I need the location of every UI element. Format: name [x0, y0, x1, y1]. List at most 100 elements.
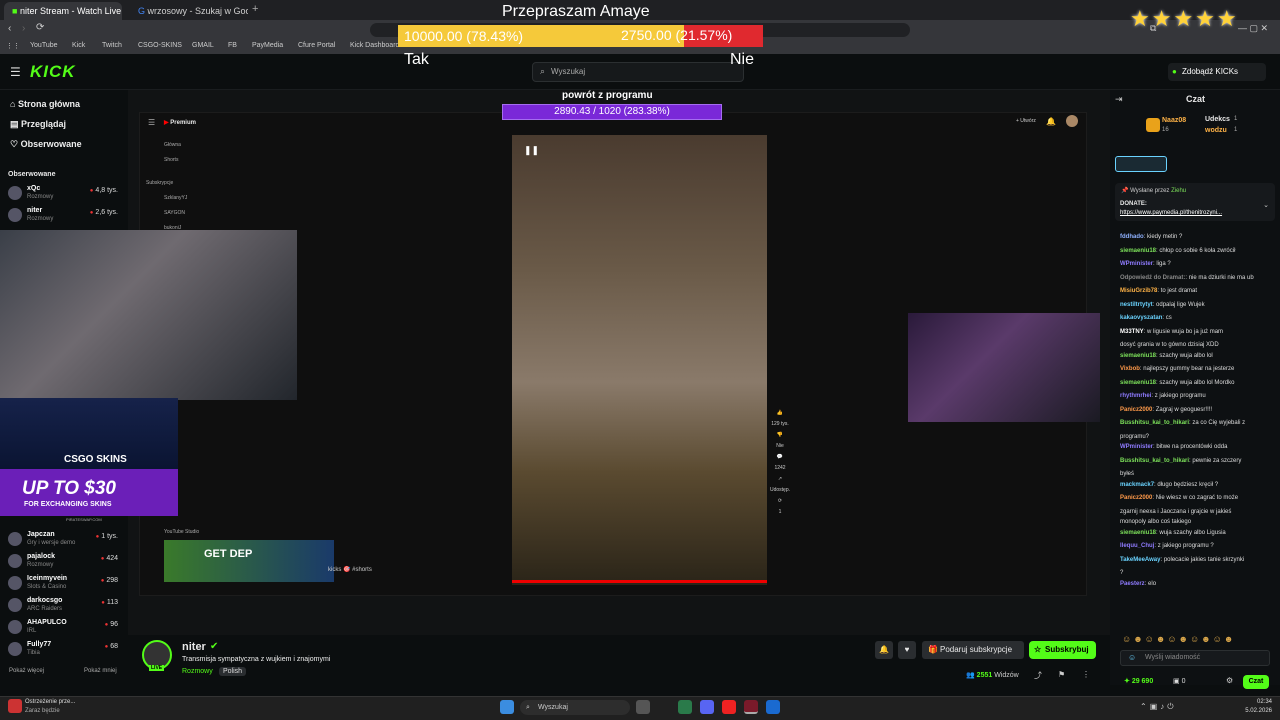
chat-username[interactable]: mackmack7 [1120, 482, 1154, 488]
chat-settings-icon[interactable]: ⚙ [1226, 676, 1233, 685]
followed-channel[interactable]: xQcRozmowy4,8 tys. [8, 184, 122, 204]
subscribe-button[interactable]: ☆ Subskrybuj [1029, 641, 1096, 659]
chat-username[interactable]: nestiltrtytyt [1120, 302, 1153, 308]
recommended-channel[interactable]: pajalockRozmowy424 [8, 552, 122, 572]
chat-username[interactable]: Panicz2000 [1120, 495, 1152, 501]
channel-points[interactable]: ✦ 29 690 [1124, 677, 1153, 685]
chat-username[interactable]: siemaeniu18 [1120, 530, 1156, 536]
kick-logo[interactable]: KICK [30, 62, 76, 82]
chat-message[interactable]: zgarnij neexa i Jaoczana i grajcie w jak… [1120, 508, 1270, 516]
chat-message[interactable]: Odpowiedź do Dramat:: nie ma dziurki nie… [1120, 274, 1270, 282]
tab-kick[interactable]: ■ niter Stream - Watch Live on Kick [4, 2, 122, 20]
chat-username[interactable]: M33TNY [1120, 329, 1144, 335]
sidebar-item-home[interactable]: ⌂ Strona główna [10, 99, 80, 109]
bookmark-csgo-skins[interactable]: CSGO-SKINS [138, 42, 182, 49]
more-options-icon[interactable]: ⋮ [1082, 670, 1090, 679]
chat-message[interactable]: kakaovyszatan: cs [1120, 314, 1270, 322]
streamer-name[interactable]: niter [182, 641, 206, 653]
followed-channel[interactable]: niterRozmowy2,6 tys. [8, 206, 122, 226]
recommended-channel[interactable]: IceinmyveinSlots & Casino298 [8, 574, 122, 594]
chat-message[interactable]: WPminister: liga ? [1120, 260, 1270, 268]
chat-username[interactable]: Odpowiedź do Dramat: [1120, 275, 1185, 281]
emote-picker-icon[interactable]: ☺ [1128, 653, 1136, 662]
chevron-down-icon[interactable]: ⌄ [1263, 201, 1269, 209]
recommended-channel[interactable]: AHAPULCOIRL96 [8, 618, 122, 638]
bookmark-kick[interactable]: Kick [72, 42, 85, 49]
chat-username[interactable]: Paesterz [1120, 581, 1145, 587]
chat-message[interactable]: programu? [1120, 433, 1270, 441]
chat-username[interactable]: Busshitsu_kai_to_hikari [1120, 420, 1189, 426]
new-tab-icon[interactable]: + [252, 3, 258, 15]
sidebar-item-browse[interactable]: ▤ Przeglądaj [10, 119, 66, 130]
browser-taskbar-icon[interactable] [744, 700, 758, 714]
chat-input[interactable]: Wyślij wiadomość [1120, 650, 1270, 666]
gift-goal-pill[interactable] [1115, 156, 1167, 172]
bookmark-youtube[interactable]: YouTube [30, 42, 58, 49]
chat-message[interactable]: Paesterz: elo [1120, 580, 1270, 588]
recommended-channel[interactable]: darkocsgoARC Raiders113 [8, 596, 122, 616]
tab-google[interactable]: G wrzosowy - Szukaj w Google [130, 2, 248, 20]
bookmark-paymedia[interactable]: PayMedia [252, 42, 283, 49]
hamburger-menu-icon[interactable]: ☰ [10, 65, 21, 79]
bookmark-twitch[interactable]: Twitch [102, 42, 122, 49]
show-more-link[interactable]: Pokaż więcej [9, 668, 44, 674]
chat-message[interactable]: rhythmrhei: z jakiego programu [1120, 392, 1270, 400]
chat-username[interactable]: WPminister [1120, 444, 1153, 450]
back-icon[interactable]: ‹ [8, 23, 11, 34]
apps-icon[interactable]: ⋮⋮ [6, 42, 20, 50]
stream-category[interactable]: Rozmowy [182, 668, 213, 675]
share-icon[interactable]: ⤴ [1034, 670, 1042, 681]
chat-message[interactable]: fddhado: kiedy metin ? [1120, 233, 1270, 241]
chat-username[interactable]: siemaeniu18 [1120, 353, 1156, 359]
chat-message[interactable]: Busshitsu_kai_to_hikari: za co Cię wyjeb… [1120, 419, 1270, 427]
chat-username[interactable]: TakeMeeAway [1120, 557, 1160, 563]
app-icon[interactable] [722, 700, 736, 714]
notification-icon[interactable] [8, 699, 22, 713]
bookmark-kick-dashboard[interactable]: Kick Dashboard [350, 42, 399, 49]
bookmark-fb[interactable]: FB [228, 42, 237, 49]
chat-message[interactable]: TakeMeeAway: polecacie jakies tanie skrz… [1120, 556, 1270, 564]
chat-message[interactable]: siemaeniu18: wuja szachy albo Ligusia [1120, 529, 1270, 537]
app-icon[interactable] [766, 700, 780, 714]
chat-username[interactable]: Panicz2000 [1120, 407, 1152, 413]
kicks-balance[interactable]: ▣ 0 [1173, 677, 1185, 685]
bookmark-gmail[interactable]: GMAIL [192, 42, 214, 49]
tray-icons[interactable]: ⌃▣♪⏻ [1140, 702, 1177, 712]
reload-icon[interactable]: ⟳ [36, 22, 44, 33]
chat-username[interactable]: MisiuGrzib78 [1120, 288, 1157, 294]
chat-message[interactable]: Busshitsu_kai_to_hikari: pewnie za szcze… [1120, 457, 1270, 465]
chat-send-button[interactable]: Czat [1243, 675, 1269, 689]
chat-message[interactable]: Vixbob: najlepszy gummy bear na jesterze [1120, 365, 1270, 373]
chat-username[interactable]: Ilequu_Chuj [1120, 543, 1154, 549]
chat-message[interactable]: M33TNY: w ligusie wuja bo ja już mam [1120, 328, 1270, 336]
taskbar-search[interactable]: ⌕ Wyszukaj [520, 700, 630, 715]
start-button[interactable] [500, 700, 514, 714]
chat-username[interactable]: fddhado [1120, 234, 1144, 240]
chat-message[interactable]: ? [1120, 569, 1270, 577]
xbox-icon[interactable] [678, 700, 692, 714]
chat-username[interactable]: siemaeniu18 [1120, 248, 1156, 254]
emote-row[interactable]: ☺☻☺☻☺☻☺☻☺☻ [1122, 634, 1272, 644]
chat-message[interactable]: Panicz2000: Nie wiesz w co zagrać to moż… [1120, 494, 1270, 502]
chat-username[interactable]: Busshitsu_kai_to_hikari [1120, 458, 1189, 464]
chat-username[interactable]: WPminister [1120, 261, 1153, 267]
task-view-icon[interactable] [636, 700, 650, 714]
chat-username[interactable]: kakaovyszatan [1120, 315, 1162, 321]
chat-message[interactable]: siemaeniu18: szachy wuja albo lol Mordko [1120, 379, 1270, 387]
bookmark-cfure-portal[interactable]: Cfure Portal [298, 42, 335, 49]
chat-message[interactable]: MisiuGrzib78: to jest dramat [1120, 287, 1270, 295]
chat-message[interactable]: mackmack7: długo będziesz kręcił ? [1120, 481, 1270, 489]
notification-title[interactable]: Ostrzeżenie prze... [25, 699, 75, 705]
chat-username[interactable]: Vixbob [1120, 366, 1140, 372]
chat-message[interactable]: siemaeniu18: chłop co sobie 6 koła zwróc… [1120, 247, 1270, 255]
gift-sub-button[interactable]: 🎁 Podaruj subskrypcje [922, 641, 1024, 659]
chat-message[interactable]: dosyć grania w to gówno dzisiaj XDD [1120, 341, 1270, 349]
recommended-channel[interactable]: JapczanGry i wersje demo1 tys. [8, 530, 122, 550]
sidebar-item-following[interactable]: ♡ Obserwowane [10, 139, 82, 150]
report-icon[interactable]: ⚑ [1058, 670, 1065, 679]
chat-message[interactable]: Panicz2000: Zagraj w geoguesr!!!! [1120, 406, 1270, 414]
chat-message[interactable]: WPminister: bitwe na procentówki odda [1120, 443, 1270, 451]
forward-icon[interactable]: › [22, 23, 25, 34]
chat-message[interactable]: nestiltrtytyt: odpalaj lige Wujek [1120, 301, 1270, 309]
chat-message[interactable]: siemaeniu18: szachy wuja albo lol [1120, 352, 1270, 360]
